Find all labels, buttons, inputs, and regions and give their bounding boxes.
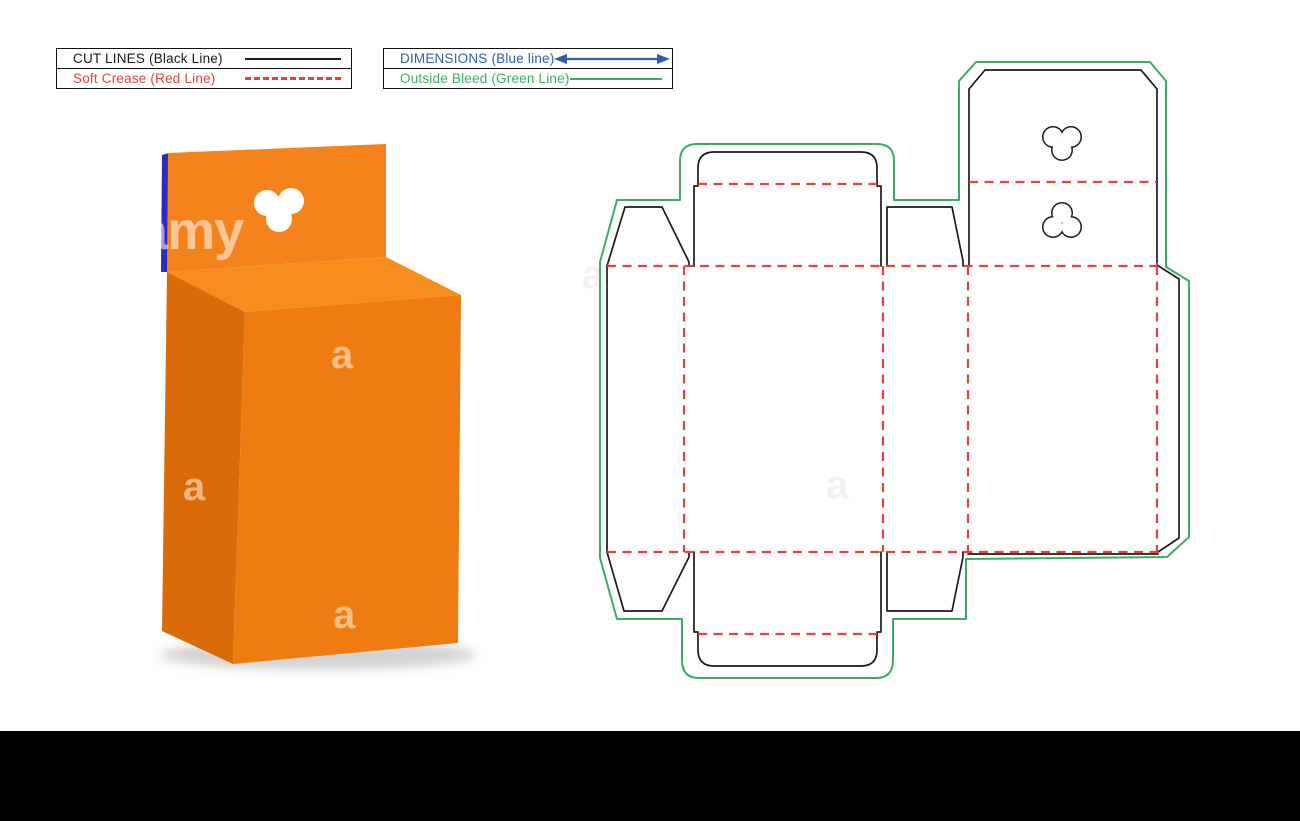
outside-bleed-outline xyxy=(599,61,1190,679)
legend-row-cut-lines: CUT LINES (Black Line) xyxy=(57,49,351,68)
soft-crease-label: Soft Crease (Red Line) xyxy=(73,71,216,86)
dust-flap-top-right xyxy=(886,206,964,267)
dust-flap-top-left xyxy=(606,206,690,267)
cut-lines-label: CUT LINES (Black Line) xyxy=(73,51,223,66)
cut-line-sample xyxy=(245,57,341,60)
legend-cut-crease: CUT LINES (Black Line) Soft Crease (Red … xyxy=(56,48,352,89)
soft-crease-sample xyxy=(245,77,341,80)
outside-bleed-label: Outside Bleed (Green Line) xyxy=(400,71,570,86)
dust-flap-bottom-left xyxy=(606,551,690,612)
top-lid-right-edge xyxy=(876,182,882,267)
box-left-face xyxy=(162,272,245,664)
hang-hole-bottom xyxy=(1042,202,1082,238)
bottom-tuck-flap xyxy=(697,634,878,667)
legend-row-soft-crease: Soft Crease (Red Line) xyxy=(57,68,351,88)
box-3d-preview xyxy=(160,144,476,670)
dieline-crease-lines xyxy=(607,180,1159,636)
dimensions-label: DIMENSIONS (Blue line) xyxy=(400,51,555,66)
top-tuck-flap xyxy=(697,151,878,184)
glue-flap xyxy=(1156,264,1180,553)
dust-flap-bottom-right xyxy=(886,551,964,612)
box-front-face xyxy=(233,295,461,664)
hang-panel-outline xyxy=(968,69,1158,267)
stock-image-page: CUT LINES (Black Line) Soft Crease (Red … xyxy=(0,0,1300,821)
hang-hole-top xyxy=(1042,126,1082,161)
bottom-lid-right-edge xyxy=(876,551,882,636)
top-lid-left-edge xyxy=(693,182,699,267)
footer-bar: alamy Image ID: 2RBAN5X www.alamy.com xyxy=(0,731,1300,821)
dieline-drawing xyxy=(599,61,1190,679)
bottom-lid-left-edge xyxy=(693,551,699,636)
